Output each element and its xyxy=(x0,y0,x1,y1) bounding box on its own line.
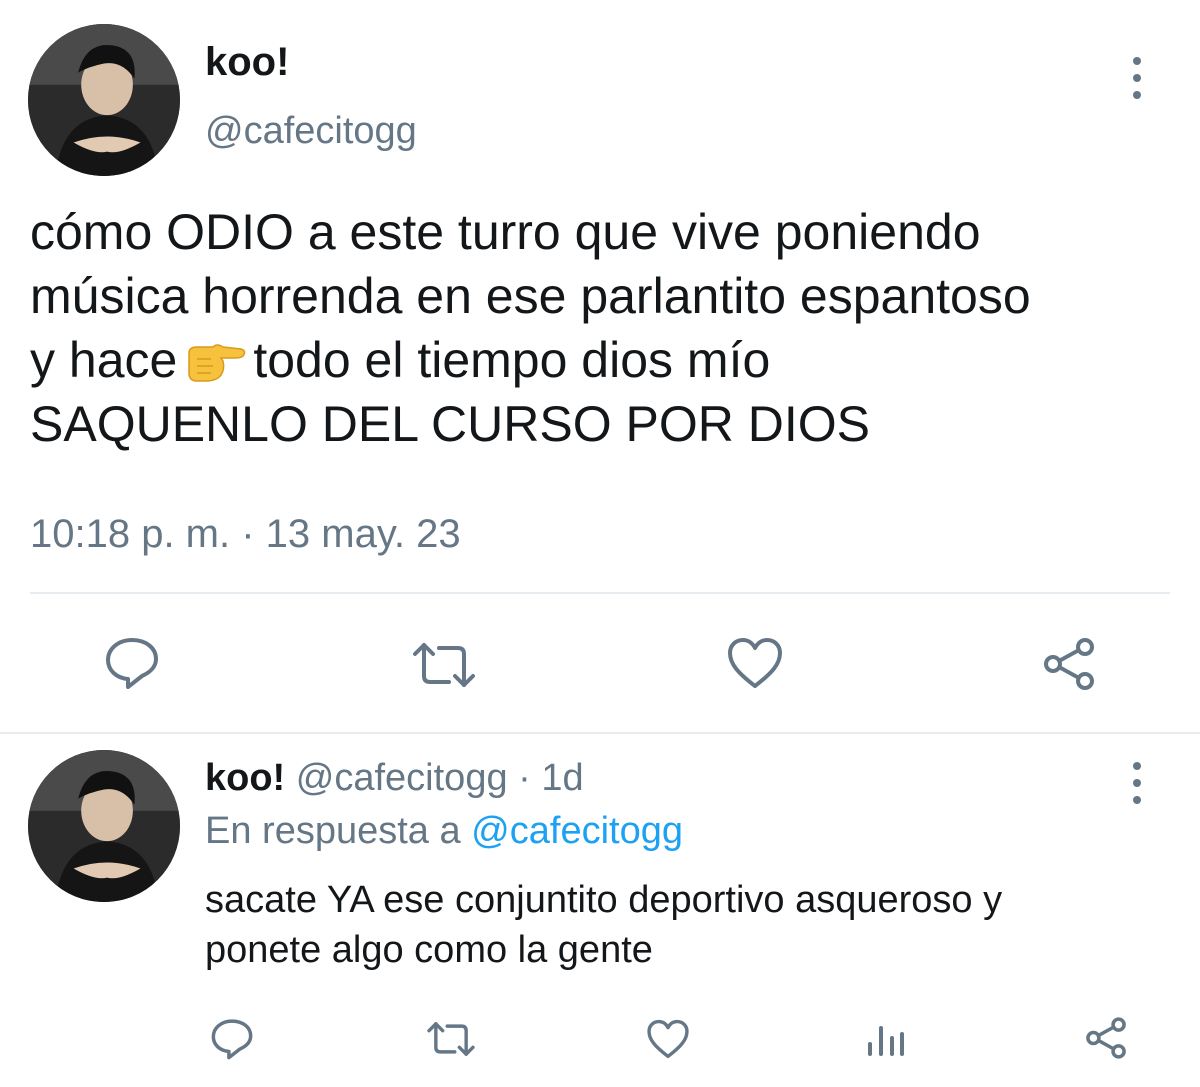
reply-icon[interactable] xyxy=(104,636,160,690)
reply-text: sacate YA ese conjuntito deportivo asque… xyxy=(205,875,1165,975)
like-icon[interactable] xyxy=(726,636,784,690)
reply-icon[interactable] xyxy=(210,1018,254,1060)
like-icon[interactable] xyxy=(646,1018,690,1060)
avatar-photo xyxy=(28,24,180,176)
retweet-icon[interactable] xyxy=(426,1020,476,1058)
avatar[interactable] xyxy=(28,24,180,176)
tweet-text-segment: todo el tiempo dios mío xyxy=(253,332,771,388)
author-name[interactable]: koo! xyxy=(205,38,289,86)
avatar-photo xyxy=(28,750,180,902)
tweet-timestamp[interactable]: 10:18 p. m. · 13 may. 23 xyxy=(30,510,461,558)
tweet-text: cómo ODIO a este turro que vive poniendo… xyxy=(30,200,1190,456)
author-name[interactable]: koo! xyxy=(205,757,285,799)
analytics-icon[interactable] xyxy=(866,1020,906,1058)
thread-divider xyxy=(0,732,1200,734)
tweet-text-line: música horrenda en ese parlantito espant… xyxy=(30,268,1031,324)
tweet-text-segment: y hace xyxy=(30,332,178,388)
reply-header: koo! @cafecitogg · 1d xyxy=(205,755,584,801)
author-handle[interactable]: @cafecitogg xyxy=(205,108,417,154)
reply-text-line: ponete algo como la gente xyxy=(205,929,653,971)
more-vertical-icon[interactable] xyxy=(1131,57,1143,99)
reply-text-line: sacate YA ese conjuntito deportivo asque… xyxy=(205,879,1003,921)
retweet-icon[interactable] xyxy=(411,640,477,690)
tweet-text-line: cómo ODIO a este turro que vive poniendo xyxy=(30,204,981,260)
mention-link[interactable]: @cafecitogg xyxy=(471,810,683,852)
pointing-right-emoji-icon xyxy=(188,344,246,382)
in-reply-to: En respuesta a @cafecitogg xyxy=(205,808,683,854)
in-reply-to-label: En respuesta a xyxy=(205,810,461,852)
share-icon[interactable] xyxy=(1084,1016,1128,1060)
avatar[interactable] xyxy=(28,750,180,902)
tweet-text-line: y hace todo el tiempo dios mío xyxy=(30,328,1190,392)
divider xyxy=(30,592,1170,594)
tweet-text-line: SAQUENLO DEL CURSO POR DIOS xyxy=(30,396,870,452)
author-handle-time[interactable]: @cafecitogg · 1d xyxy=(296,757,584,799)
more-vertical-icon[interactable] xyxy=(1131,762,1143,804)
share-icon[interactable] xyxy=(1041,636,1097,692)
